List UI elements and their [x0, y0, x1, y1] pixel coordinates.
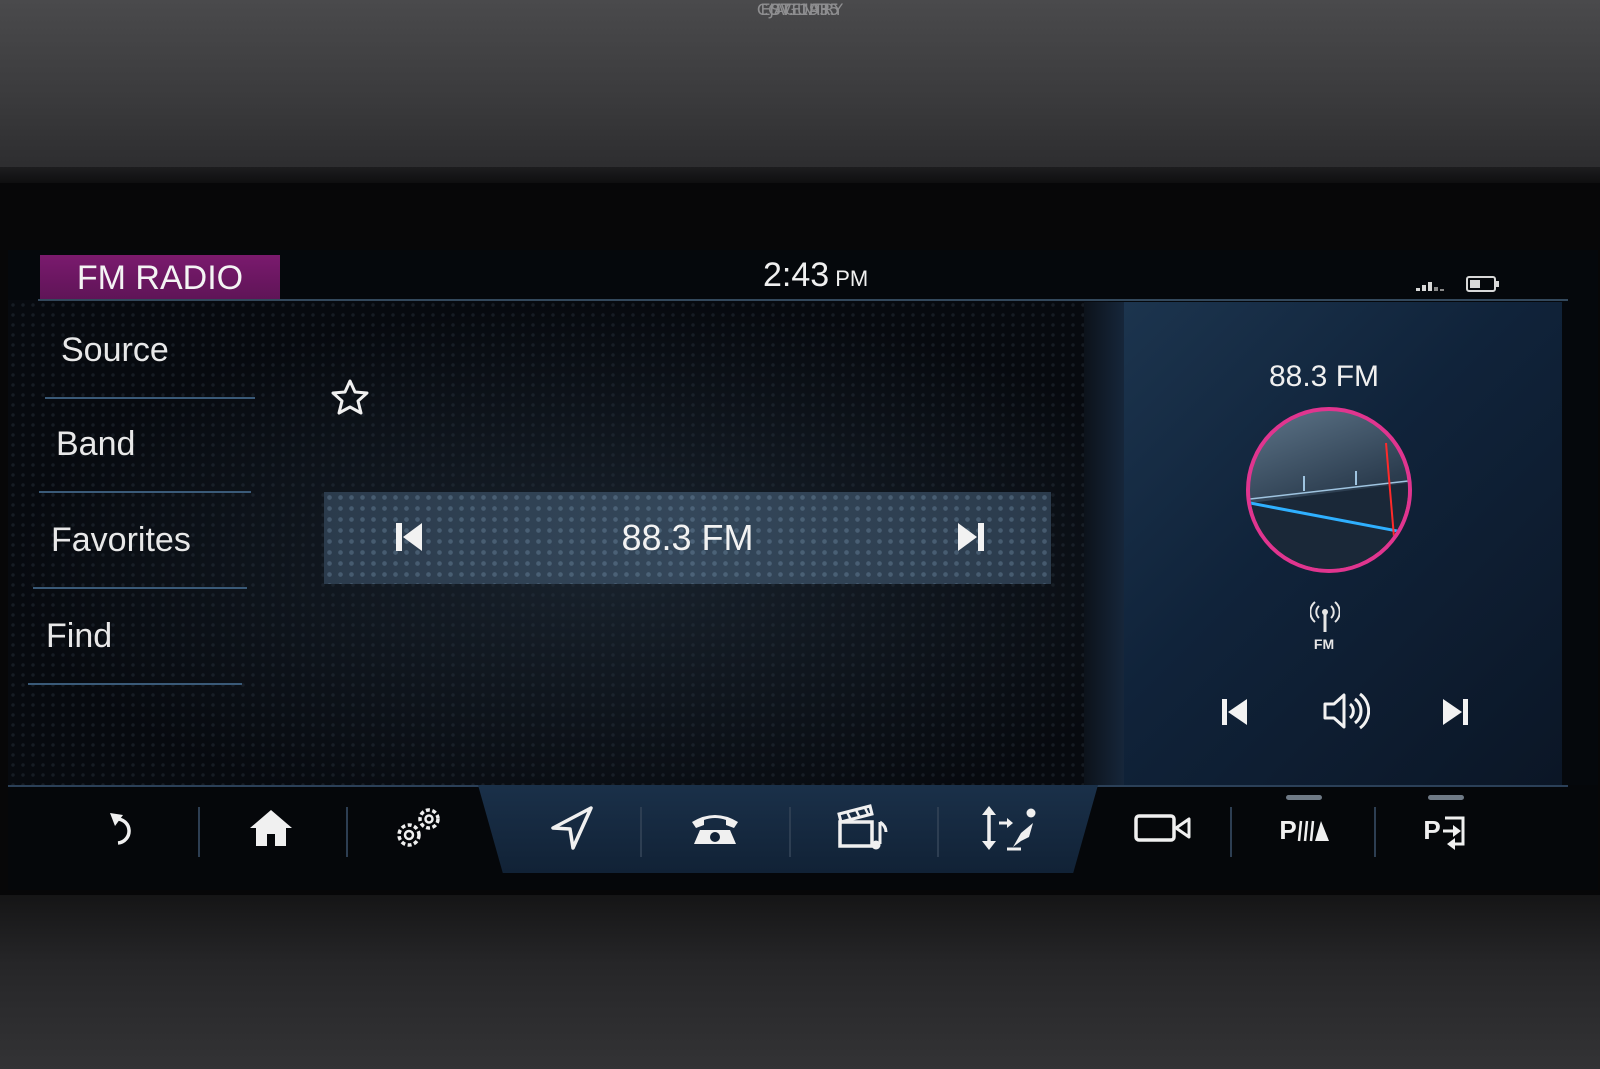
gears-icon [394, 805, 444, 855]
back-icon [106, 809, 140, 851]
navigation-button[interactable] [536, 795, 606, 865]
source-title: FM RADIO [40, 255, 280, 301]
back-button[interactable] [88, 795, 158, 865]
parking-aid-icon: P [1279, 815, 1330, 846]
menu-item-label: Source [61, 331, 169, 369]
tuner-bar[interactable]: 88.3 FM [324, 492, 1051, 584]
nav-separator [198, 807, 200, 857]
nav-separator [789, 807, 791, 857]
status-bar: FM RADIO 2:43 PM [8, 250, 1598, 302]
signal-icon [1416, 276, 1450, 295]
status-underline [38, 299, 1568, 301]
nav-separator [1230, 807, 1232, 857]
nav-separator [1374, 807, 1376, 857]
battery-icon [1466, 276, 1500, 296]
band-label: FM [1313, 636, 1335, 652]
now-playing-frequency: 88.3 FM [1268, 360, 1380, 393]
parking-aid-button[interactable]: P [1270, 795, 1340, 865]
media-clapper-icon [836, 804, 890, 856]
home-icon [248, 808, 294, 852]
fm-antenna-icon [1309, 600, 1341, 638]
menu-item-label: Favorites [51, 521, 191, 559]
skip-previous-icon[interactable] [394, 520, 426, 558]
park-assist-icon: P [1423, 810, 1470, 850]
menu-item-find[interactable]: Find [28, 591, 256, 685]
settings-button[interactable] [384, 795, 454, 865]
panel-edge [1084, 302, 1124, 785]
clock-ampm: PM [835, 266, 869, 291]
media-button[interactable] [828, 795, 898, 865]
park-assist-button[interactable]: P [1412, 795, 1482, 865]
parking-aid-label: P [1279, 814, 1297, 845]
clock-time: 2:43 [763, 256, 830, 294]
dashboard-bottom [0, 895, 1600, 1069]
logo-city: COVENTRY [756, 0, 844, 19]
climate-button[interactable] [974, 795, 1044, 865]
radio-dial[interactable] [1246, 407, 1412, 573]
tuner-frequency: 88.3 FM [621, 517, 754, 558]
nav-separator [346, 807, 348, 857]
menu-divider [39, 491, 251, 493]
skip-previous-icon[interactable] [1220, 696, 1250, 732]
phone-icon [688, 808, 742, 852]
nav-separator [640, 807, 642, 857]
menu-item-source[interactable]: Source [45, 305, 271, 399]
camera-button[interactable] [1128, 795, 1198, 865]
phone-button[interactable] [680, 795, 750, 865]
camera-icon [1133, 811, 1193, 849]
star-icon[interactable] [330, 378, 370, 420]
skip-next-icon[interactable] [954, 520, 986, 558]
menu-divider [33, 587, 247, 589]
volume-icon[interactable] [1322, 690, 1371, 736]
park-assist-label: P [1423, 814, 1441, 845]
now-playing-panel: 88.3 FM FM [1084, 302, 1562, 785]
menu-item-band[interactable]: Band [39, 399, 266, 493]
home-button[interactable] [236, 795, 306, 865]
dashboard-top: EST. 1935 JAGUAR COVENTRY [0, 0, 1600, 185]
clock: 2:43 PM [763, 256, 868, 295]
menu-item-label: Find [46, 617, 113, 655]
nav-separator [937, 807, 939, 857]
menu-divider [28, 683, 242, 685]
bottom-navbar: P P [8, 785, 1598, 890]
skip-next-icon[interactable] [1440, 696, 1470, 732]
seat-airflow-icon [977, 803, 1041, 857]
infotainment-screen: FM RADIO 2:43 PM Source Band Favorites F… [8, 250, 1598, 890]
navigation-arrow-icon [549, 806, 593, 854]
menu-item-label: Band [56, 425, 136, 463]
menu-item-favorites[interactable]: Favorites [33, 495, 261, 589]
